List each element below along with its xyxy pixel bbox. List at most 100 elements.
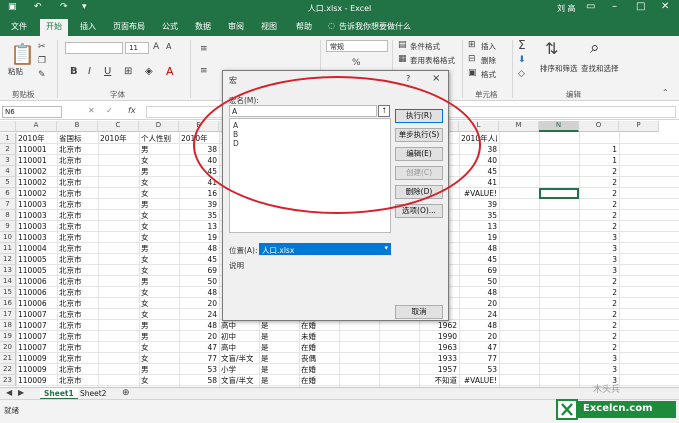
cell[interactable]: 53: [181, 364, 217, 375]
cell[interactable]: 110005: [18, 265, 55, 276]
clear-icon[interactable]: ◇: [518, 69, 525, 79]
paste-icon[interactable]: 📋: [10, 42, 35, 66]
minimize-icon[interactable]: –: [612, 1, 617, 12]
insert-function-icon[interactable]: fx: [128, 106, 136, 115]
cell[interactable]: 110003: [18, 221, 55, 232]
cell[interactable]: 女: [141, 155, 177, 166]
sort-filter-icon[interactable]: ⇅: [545, 39, 558, 58]
insert-cells-button[interactable]: 插入: [481, 41, 496, 52]
cell[interactable]: 女: [141, 177, 177, 188]
cell[interactable]: 110004: [18, 243, 55, 254]
cell[interactable]: #VALUE!: [461, 188, 497, 199]
name-box[interactable]: N6: [2, 106, 62, 118]
cell[interactable]: 省国标: [59, 133, 96, 144]
cell[interactable]: 未婚: [301, 331, 337, 342]
cell[interactable]: #VALUE!: [461, 375, 497, 386]
cond-format-button[interactable]: 条件格式: [410, 41, 440, 52]
cell[interactable]: 50: [461, 276, 497, 287]
table-format-button[interactable]: 套用表格格式: [410, 55, 455, 66]
cell[interactable]: 1962: [421, 320, 457, 331]
selected-cell[interactable]: [539, 188, 579, 199]
cell[interactable]: 北京市: [59, 243, 96, 254]
shrink-font-icon[interactable]: A: [166, 42, 171, 51]
cell[interactable]: 是: [261, 375, 297, 386]
cell[interactable]: 35: [181, 210, 217, 221]
cell[interactable]: 在婚: [301, 364, 337, 375]
cell[interactable]: 不知道: [421, 375, 458, 386]
font-size-combo[interactable]: 11: [125, 42, 149, 54]
cell[interactable]: 47: [461, 342, 497, 353]
cell[interactable]: 110005: [18, 254, 55, 265]
cell[interactable]: 女: [141, 298, 177, 309]
collapse-ribbon-icon[interactable]: ⌃: [662, 88, 669, 97]
cell[interactable]: 北京市: [59, 331, 96, 342]
cell[interactable]: 69: [461, 265, 497, 276]
cell[interactable]: 110006: [18, 287, 55, 298]
cell[interactable]: 男: [141, 199, 177, 210]
cell[interactable]: 是: [261, 342, 297, 353]
cell[interactable]: 丧偶: [301, 353, 337, 364]
cell[interactable]: 24: [181, 309, 217, 320]
row-header[interactable]: 9: [0, 221, 16, 232]
row-header[interactable]: 21: [0, 353, 16, 364]
row-header[interactable]: 17: [0, 309, 16, 320]
cell[interactable]: 北京市: [59, 375, 96, 386]
prev-sheet-icon[interactable]: ◀: [6, 388, 12, 397]
help-icon[interactable]: ?: [406, 74, 410, 83]
user-name[interactable]: 刘 高: [557, 3, 576, 14]
cell[interactable]: 北京市: [59, 320, 96, 331]
row-header[interactable]: 7: [0, 199, 16, 210]
row-header[interactable]: 12: [0, 254, 16, 265]
row-header[interactable]: 23: [0, 375, 16, 386]
sort-filter-button[interactable]: 排序和筛选: [540, 63, 578, 74]
font-color-icon[interactable]: A: [166, 65, 174, 78]
row-header[interactable]: 22: [0, 364, 16, 375]
cell[interactable]: 3: [581, 353, 617, 364]
cell[interactable]: 110007: [18, 331, 55, 342]
row-header[interactable]: 4: [0, 166, 16, 177]
row-header[interactable]: 16: [0, 298, 16, 309]
row-header[interactable]: 13: [0, 265, 16, 276]
copy-icon[interactable]: ❐: [38, 56, 46, 66]
cell[interactable]: 110007: [18, 309, 55, 320]
row-header[interactable]: 10: [0, 232, 16, 243]
cell[interactable]: 文盲/半文: [221, 353, 257, 364]
cell[interactable]: 53: [461, 364, 497, 375]
cell[interactable]: 女: [141, 287, 177, 298]
cell[interactable]: 女: [141, 221, 177, 232]
grow-font-icon[interactable]: A: [153, 42, 159, 52]
cell[interactable]: 1: [581, 144, 617, 155]
tab-formulas[interactable]: 公式: [162, 21, 178, 32]
cell[interactable]: 2: [581, 221, 617, 232]
cell[interactable]: 77: [181, 353, 217, 364]
cell[interactable]: 北京市: [59, 254, 96, 265]
row-header[interactable]: 15: [0, 287, 16, 298]
add-sheet-icon[interactable]: ⊕: [122, 388, 130, 398]
cell[interactable]: 58: [181, 375, 217, 386]
cell[interactable]: 110007: [18, 342, 55, 353]
cell[interactable]: 女: [141, 265, 177, 276]
cell[interactable]: 北京市: [59, 276, 96, 287]
cell[interactable]: 北京市: [59, 298, 96, 309]
tab-data[interactable]: 数据: [195, 21, 211, 32]
cell[interactable]: 女: [141, 353, 177, 364]
close-dialog-icon[interactable]: ×: [432, 73, 440, 84]
cell[interactable]: 2: [581, 177, 617, 188]
insert-cells-icon[interactable]: ⊞: [468, 40, 476, 50]
cell[interactable]: 110002: [18, 166, 55, 177]
cell[interactable]: 1: [581, 155, 617, 166]
cell[interactable]: 77: [461, 353, 497, 364]
cell[interactable]: 1957: [421, 364, 457, 375]
cell[interactable]: 110001: [18, 155, 55, 166]
cell[interactable]: 北京市: [59, 177, 96, 188]
cell[interactable]: 北京市: [59, 353, 96, 364]
bold-icon[interactable]: B: [70, 66, 78, 77]
number-format-combo[interactable]: 常规: [326, 40, 388, 52]
cell[interactable]: 2: [581, 188, 617, 199]
column-header-c[interactable]: C: [98, 121, 139, 132]
cell[interactable]: 48: [461, 320, 497, 331]
cell[interactable]: 女: [141, 375, 177, 386]
cell[interactable]: 是: [261, 331, 297, 342]
tab-view[interactable]: 视图: [261, 21, 277, 32]
cell[interactable]: 1990: [421, 331, 457, 342]
